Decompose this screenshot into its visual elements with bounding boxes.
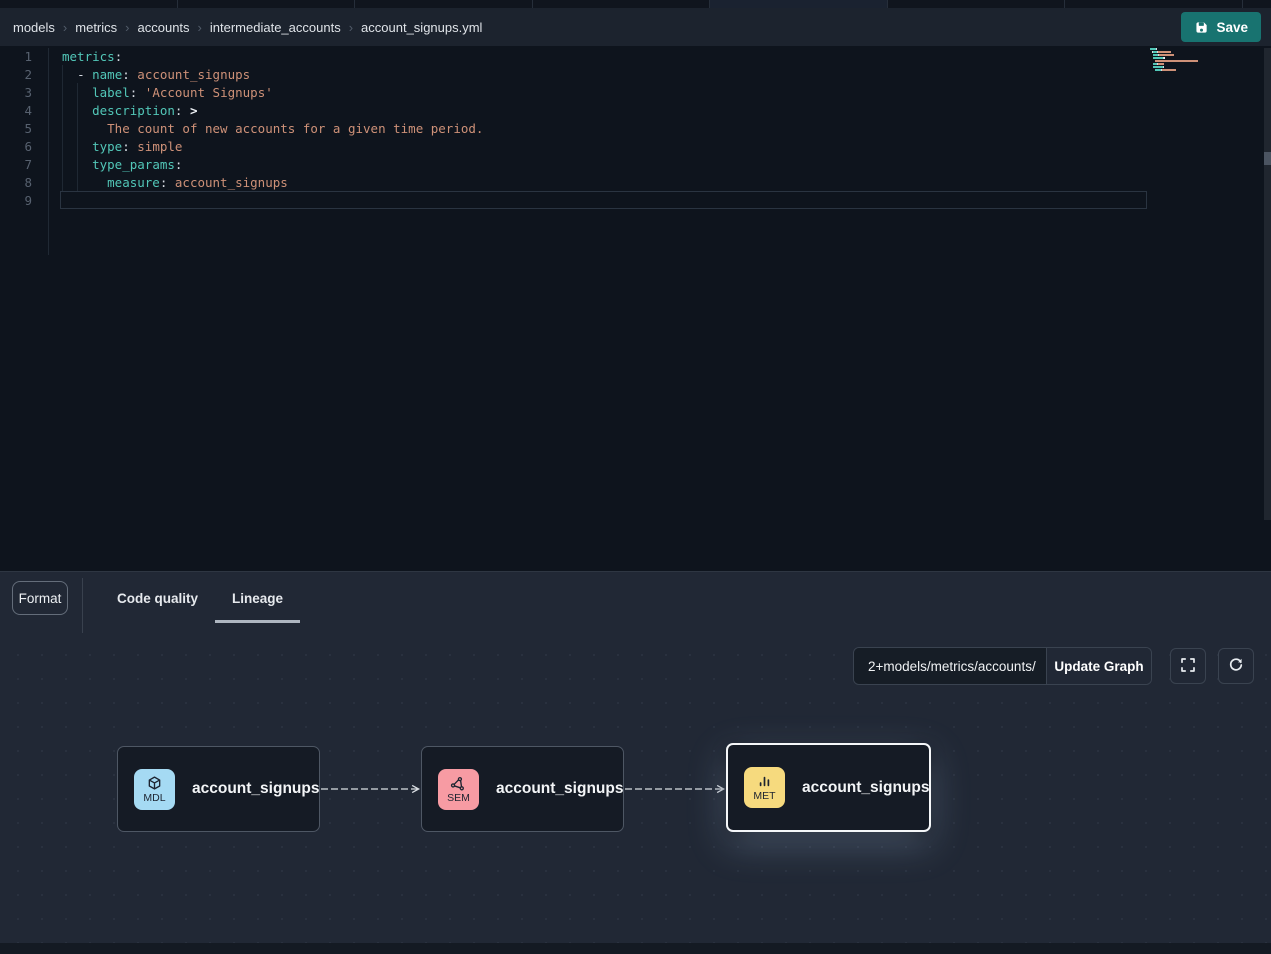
line-content: label: 'Account Signups' (62, 84, 273, 102)
editor-tab[interactable] (533, 0, 711, 8)
line-content: type_params: (62, 156, 182, 174)
line-content: description: > (62, 102, 198, 120)
chevron-right-icon: › (349, 20, 353, 35)
selector-group: 2+models/metrics/accounts/ Update Graph (853, 647, 1152, 685)
breadcrumb-item[interactable]: accounts (138, 20, 190, 35)
breadcrumb-item[interactable]: models (13, 20, 55, 35)
line-number: 4 (0, 102, 32, 120)
panel-tabs: Code qualityLineage (100, 579, 300, 623)
breadcrumb-bar: models › metrics › accounts › intermediate_acc… (0, 8, 1271, 46)
node-type-label: MET (753, 791, 775, 802)
code-line[interactable]: 3 label: 'Account Signups' (0, 84, 483, 102)
code-line[interactable]: 5 The count of new accounts for a given … (0, 120, 483, 138)
lineage-canvas[interactable]: 2+models/metrics/accounts/ Update Graph (0, 637, 1271, 944)
line-number: 7 (0, 156, 32, 174)
lineage-selector-input[interactable]: 2+models/metrics/accounts/ (854, 648, 1046, 684)
update-graph-button[interactable]: Update Graph (1046, 648, 1151, 684)
breadcrumb: models › metrics › accounts › intermediate_acc… (13, 20, 482, 35)
breadcrumb-item[interactable]: intermediate_accounts (210, 20, 341, 35)
cube-icon (146, 775, 163, 792)
lineage-node-met[interactable]: MET account_signups (726, 743, 931, 832)
editor-tab-strip (0, 0, 1271, 8)
line-content: metrics: (62, 48, 122, 66)
code-line[interactable]: 4 description: > (0, 102, 483, 120)
tab-strip-filler (1243, 0, 1271, 8)
cube-badge: MDL (134, 769, 175, 810)
node-type-label: MDL (143, 793, 165, 804)
editor-scrollbar[interactable] (1264, 48, 1271, 520)
tab-lineage[interactable]: Lineage (215, 579, 300, 623)
fullscreen-button[interactable] (1170, 648, 1206, 684)
line-number: 2 (0, 66, 32, 84)
semantic-model-icon (450, 775, 467, 792)
line-number: 3 (0, 84, 32, 102)
save-button[interactable]: Save (1181, 12, 1261, 42)
code-editor[interactable]: 1metrics:2 - name: account_signups3 labe… (0, 46, 1271, 571)
floppy-disk-icon (1194, 20, 1209, 35)
code-line[interactable]: 8 measure: account_signups (0, 174, 483, 192)
code-line[interactable]: 6 type: simple (0, 138, 483, 156)
breadcrumb-item[interactable]: metrics (75, 20, 117, 35)
code-line[interactable]: 9 (0, 192, 483, 210)
lineage-node-mdl[interactable]: MDL account_signups (117, 746, 320, 832)
refresh-button[interactable] (1218, 648, 1254, 684)
line-content: type: simple (62, 138, 182, 156)
code-lines[interactable]: 1metrics:2 - name: account_signups3 labe… (0, 48, 483, 210)
line-number: 6 (0, 138, 32, 156)
panel-divider (82, 578, 83, 633)
lineage-node-sem[interactable]: SEM account_signups (421, 746, 624, 832)
fullscreen-icon (1180, 657, 1196, 676)
node-label: account_signups (192, 780, 319, 798)
chevron-right-icon: › (63, 20, 67, 35)
editor-tab[interactable] (888, 0, 1066, 8)
node-type-label: SEM (447, 793, 470, 804)
editor-tab[interactable] (178, 0, 356, 8)
line-number: 9 (0, 192, 32, 210)
code-line[interactable]: 2 - name: account_signups (0, 66, 483, 84)
editor-tab[interactable] (355, 0, 533, 8)
editor-tab[interactable] (1065, 0, 1243, 8)
line-number: 8 (0, 174, 32, 192)
footer-strip (0, 943, 1271, 954)
line-content: - name: account_signups (62, 66, 250, 84)
code-line[interactable]: 1 metrics: (0, 48, 483, 66)
editor-tab[interactable] (710, 0, 888, 8)
editor-tab[interactable] (0, 0, 178, 8)
ide-root: models › metrics › accounts › intermediate_acc… (0, 0, 1271, 954)
tab-code-quality[interactable]: Code quality (100, 579, 215, 623)
bottom-panel: Format Code qualityLineage 2+models/metr… (0, 571, 1271, 954)
refresh-icon (1228, 657, 1244, 676)
lineage-toolbar: 2+models/metrics/accounts/ Update Graph (853, 647, 1254, 685)
line-number: 5 (0, 120, 32, 138)
semantic-model-badge: SEM (438, 769, 479, 810)
metric-bars-badge: MET (744, 767, 785, 808)
code-line[interactable]: 7 type_params: (0, 156, 483, 174)
minimap[interactable] (1150, 48, 1212, 75)
line-number: 1 (0, 48, 32, 66)
breadcrumb-item[interactable]: account_signups.yml (361, 20, 482, 35)
chevron-right-icon: › (125, 20, 129, 35)
scrollbar-thumb[interactable] (1264, 152, 1271, 165)
save-label: Save (1216, 20, 1248, 35)
format-button[interactable]: Format (12, 581, 68, 615)
chevron-right-icon: › (198, 20, 202, 35)
metric-bars-icon (756, 773, 773, 790)
line-content: The count of new accounts for a given ti… (62, 120, 483, 138)
node-label: account_signups (802, 779, 929, 797)
node-label: account_signups (496, 780, 623, 798)
line-content: measure: account_signups (62, 174, 288, 192)
